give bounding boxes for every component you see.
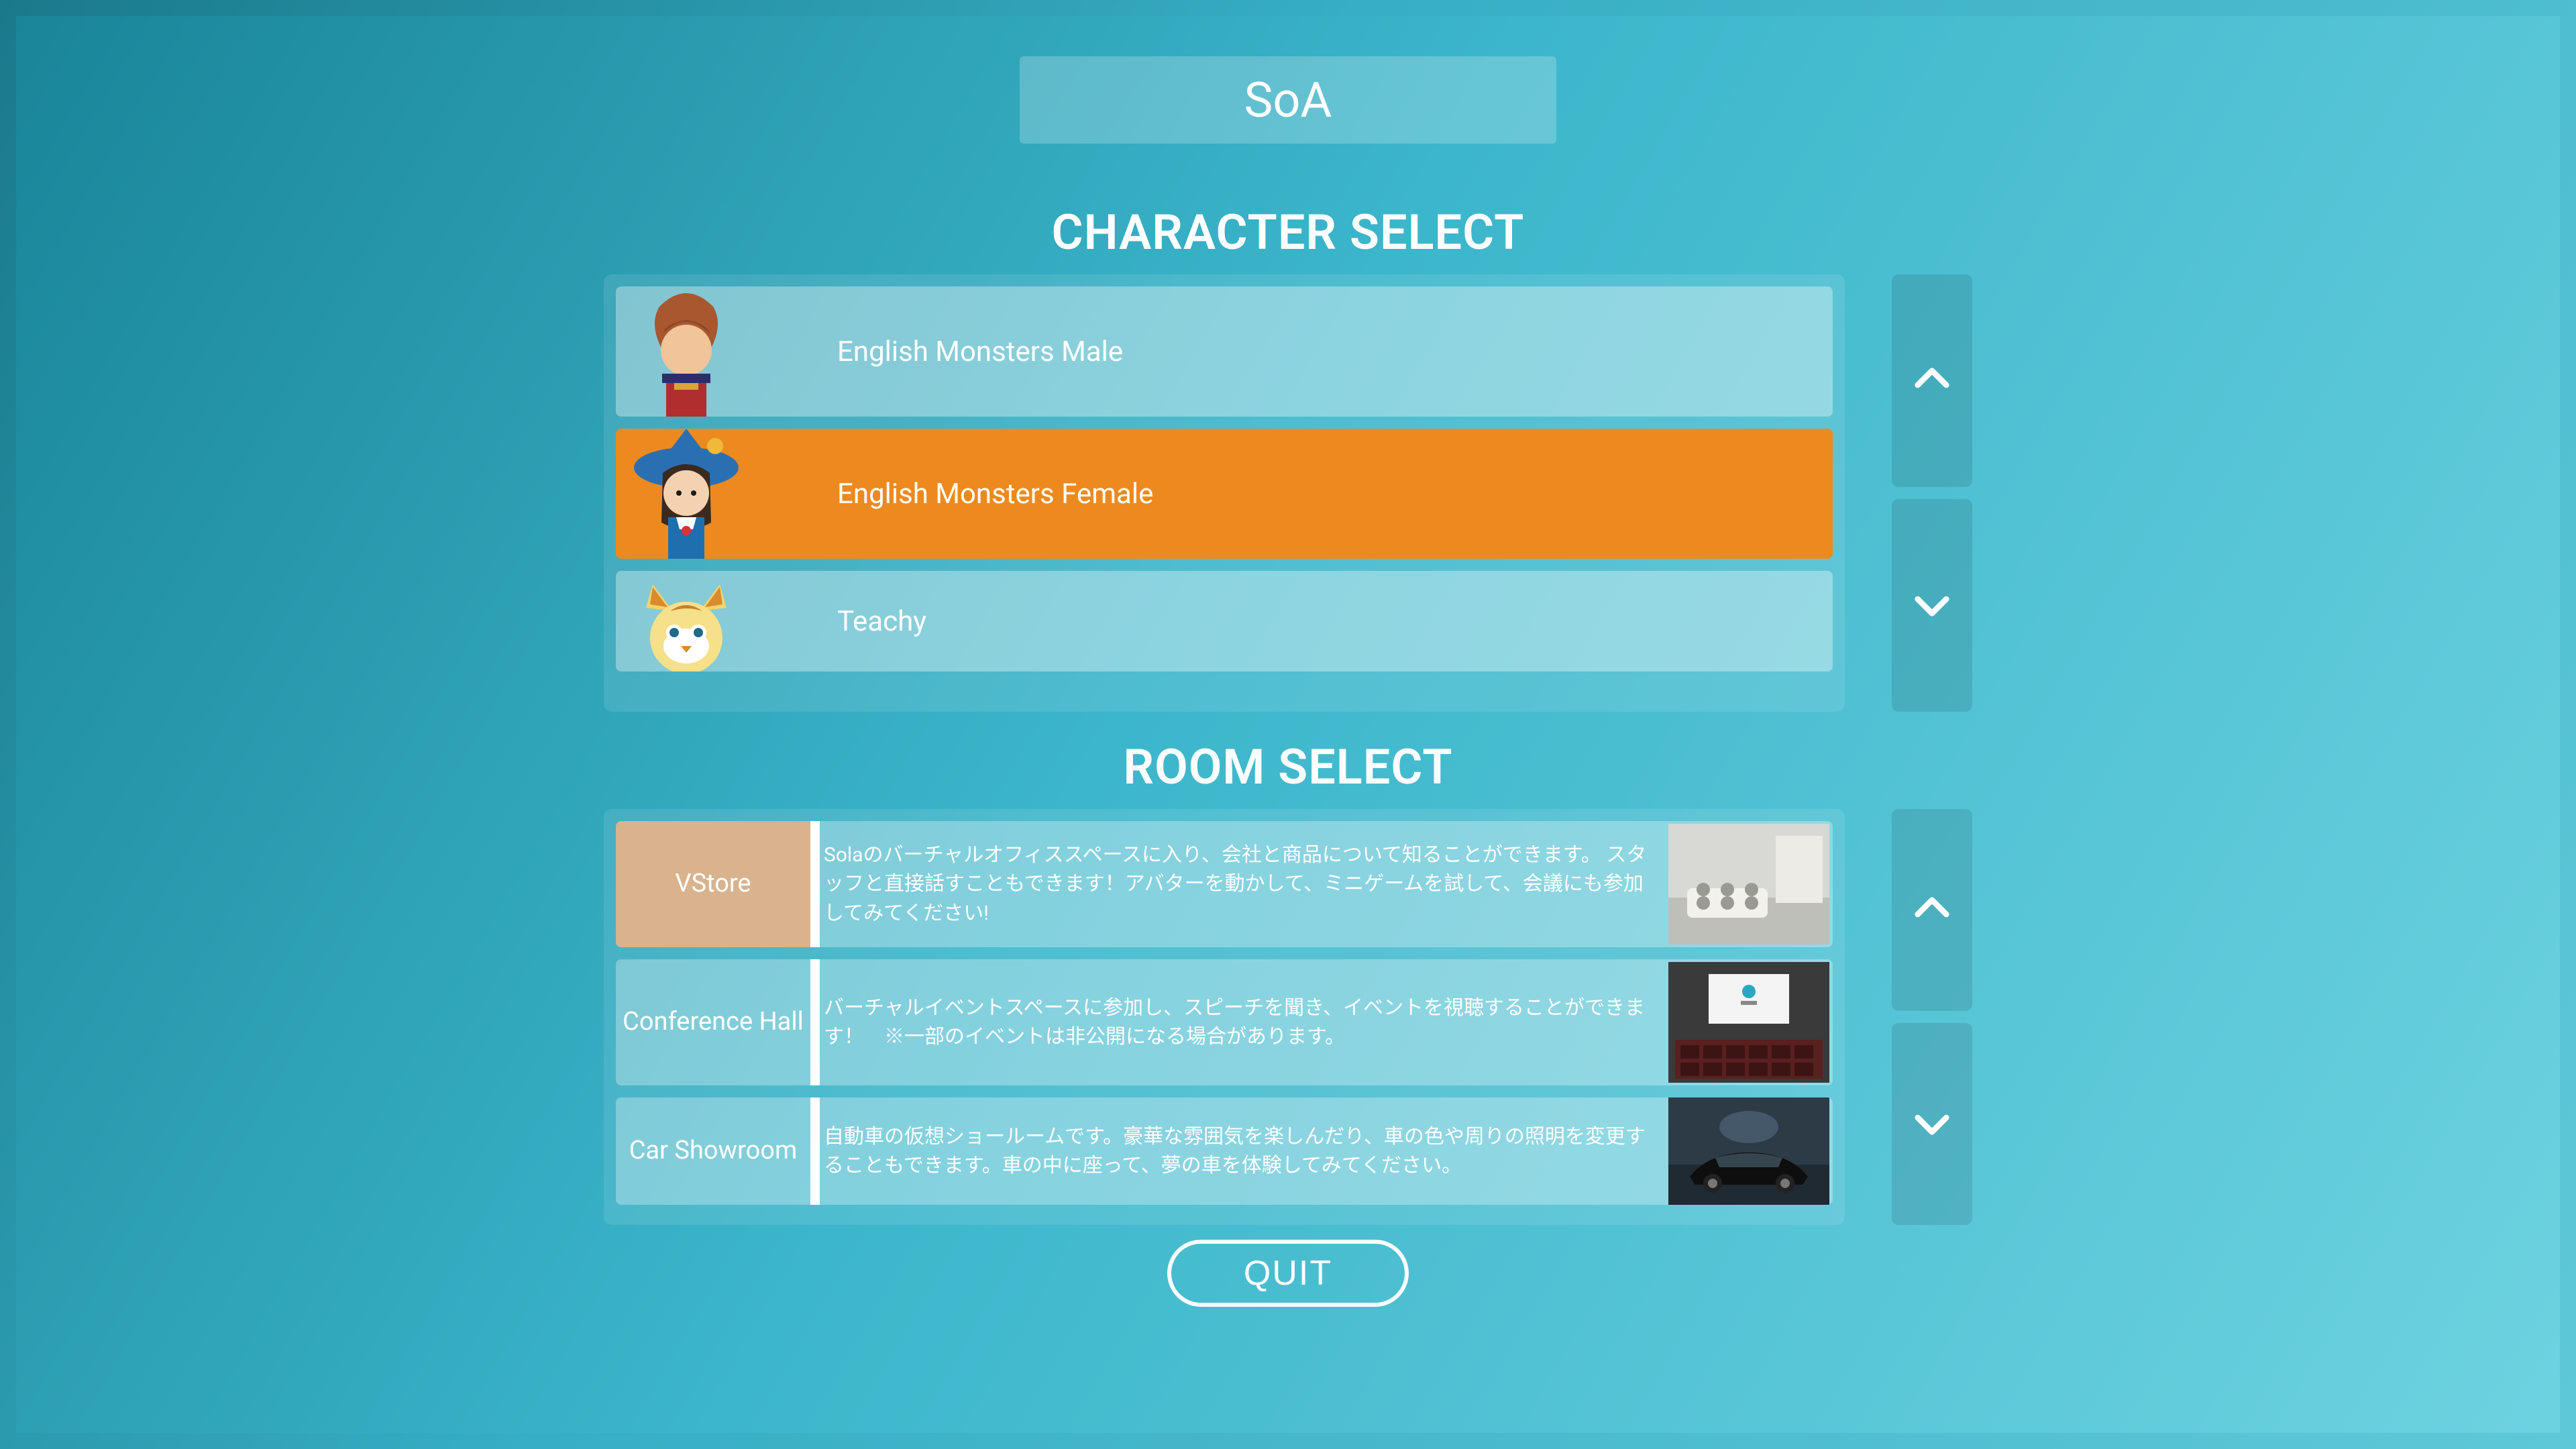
character-row-male[interactable]: English Monsters Male (616, 286, 1833, 417)
room-name: VStore (616, 821, 810, 947)
character-row-female[interactable]: English Monsters Female (616, 429, 1833, 559)
room-panel-wrap: VStore Solaのバーチャルオフィススペースに入り、会社と商品について知る… (604, 809, 1972, 1225)
room-select-heading: ROOM SELECT (1123, 739, 1452, 796)
chevron-up-icon (1911, 888, 1953, 933)
page-title: SoA (1020, 56, 1556, 144)
app-frame: SoA CHARACTER SELECT English Monsters Ma… (16, 16, 2560, 1433)
character-scroll-down[interactable] (1892, 499, 1972, 712)
avatar-female (616, 429, 757, 559)
character-select-heading: CHARACTER SELECT (1052, 204, 1525, 261)
room-thumbnail-car (1665, 1097, 1833, 1205)
divider (810, 821, 820, 947)
chevron-down-icon (1911, 1102, 1953, 1147)
room-thumbnail-hall (1665, 959, 1833, 1085)
chevron-down-icon (1911, 583, 1953, 629)
divider (810, 959, 820, 1085)
room-name: Car Showroom (616, 1097, 810, 1205)
room-thumbnail-office (1665, 821, 1833, 947)
room-scroll-controls (1892, 809, 1972, 1225)
character-list: English Monsters Male (604, 274, 1845, 712)
avatar-male (616, 286, 757, 417)
room-row-vstore[interactable]: VStore Solaのバーチャルオフィススペースに入り、会社と商品について知る… (616, 821, 1833, 947)
quit-button[interactable]: QUIT (1167, 1240, 1409, 1307)
page-title-text: SoA (1244, 72, 1332, 129)
room-name: Conference Hall (616, 959, 810, 1085)
room-description: 自動車の仮想ショールームです。豪華な雰囲気を楽しんだり、車の色や周りの照明を変更… (820, 1097, 1665, 1205)
room-scroll-down[interactable] (1892, 1023, 1972, 1225)
character-scroll-controls (1892, 274, 1972, 712)
room-row-conference[interactable]: Conference Hall バーチャルイベントスペースに参加し、スピーチを聞… (616, 959, 1833, 1085)
room-description: バーチャルイベントスペースに参加し、スピーチを聞き、イベントを視聴することができ… (820, 959, 1665, 1085)
room-list: VStore Solaのバーチャルオフィススペースに入り、会社と商品について知る… (604, 809, 1845, 1225)
divider (810, 1097, 820, 1205)
character-label: English Monsters Female (757, 478, 1833, 511)
room-description: Solaのバーチャルオフィススペースに入り、会社と商品について知ることができます… (820, 821, 1665, 947)
avatar-teachy (616, 571, 757, 672)
quit-button-label: QUIT (1244, 1253, 1332, 1293)
character-scroll-up[interactable] (1892, 274, 1972, 487)
room-row-car[interactable]: Car Showroom 自動車の仮想ショールームです。豪華な雰囲気を楽しんだり… (616, 1097, 1833, 1205)
room-scroll-up[interactable] (1892, 809, 1972, 1011)
character-panel-wrap: English Monsters Male (604, 274, 1972, 739)
chevron-up-icon (1911, 358, 1953, 404)
character-label: Teachy (757, 605, 1833, 638)
character-label: English Monsters Male (757, 335, 1833, 368)
character-row-teachy[interactable]: Teachy (616, 571, 1833, 672)
